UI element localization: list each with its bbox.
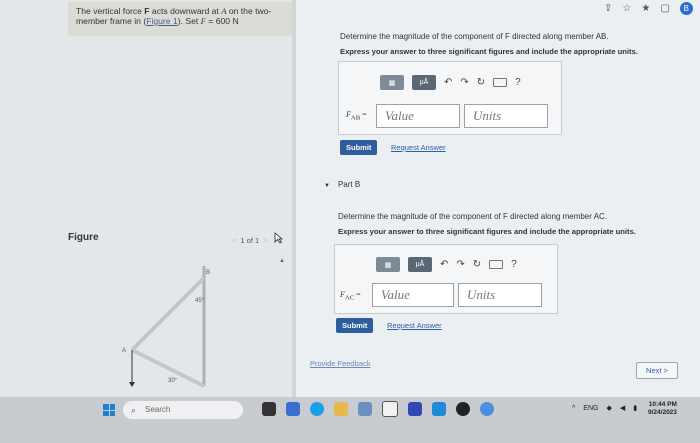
symbols-button[interactable]: μÅ — [412, 75, 436, 90]
figure-heading: Figure — [68, 232, 99, 243]
top-angle-label: 45° — [195, 298, 205, 304]
part-b-instructions: Express your answer to three significant… — [338, 227, 636, 236]
favorite-star-icon[interactable]: ☆ — [622, 3, 631, 14]
reset-icon[interactable]: ↻ — [473, 259, 481, 270]
help-icon[interactable]: ? — [515, 77, 521, 88]
provide-feedback-link[interactable]: Provide Feedback — [310, 359, 370, 368]
part-b-toolbar: ▦ μÅ ↶ ↷ ↻ ? — [376, 257, 517, 272]
symbols-button[interactable]: μÅ — [408, 257, 432, 272]
system-tray: ^ ENG ◆ ◀ ▮ — [572, 404, 637, 413]
extension-star-icon[interactable]: ★ — [641, 3, 650, 14]
member-ab — [130, 276, 206, 352]
templates-button[interactable]: ▦ — [380, 75, 404, 90]
frame-figure: A B 45° 30° — [122, 266, 210, 388]
figure-link[interactable]: Figure 1 — [146, 16, 178, 26]
battery-icon[interactable]: ▮ — [633, 404, 637, 412]
help-icon[interactable]: ? — [511, 259, 517, 270]
collapse-triangle-icon: ▼ — [324, 183, 330, 189]
chat-icon[interactable] — [286, 402, 300, 416]
part-b-request-answer-link[interactable]: Request Answer — [387, 321, 442, 330]
amazon-icon[interactable] — [382, 401, 398, 417]
point-b-label: B — [206, 270, 210, 276]
part-a-submit-button[interactable]: Submit — [340, 140, 378, 155]
undo-icon[interactable]: ↶ — [444, 77, 452, 88]
keyboard-icon[interactable] — [489, 260, 504, 269]
media-app-icon[interactable] — [456, 402, 470, 416]
chevron-up-icon[interactable]: ^ — [572, 405, 575, 412]
language-indicator[interactable]: ENG — [583, 405, 598, 412]
part-a-request-answer-link[interactable]: Request Answer — [391, 143, 446, 152]
browser-toolbar-icons: ⇪ ☆ ★ ▢ B — [604, 2, 693, 15]
force-arrowhead — [129, 382, 135, 387]
window-icon[interactable]: ▢ — [660, 3, 669, 14]
point-a-label: A — [122, 348, 126, 354]
taskbar-apps — [262, 401, 494, 417]
browser-viewport: The vertical force F acts downward at A … — [0, 0, 700, 397]
wifi-icon[interactable]: ◆ — [606, 404, 611, 412]
part-b-header[interactable]: ▼ Part B — [324, 180, 360, 189]
templates-button[interactable]: ▦ — [376, 257, 400, 272]
windows-start-icon[interactable] — [103, 404, 115, 416]
chrome-icon[interactable] — [480, 402, 494, 416]
dollar-app-icon[interactable] — [432, 402, 446, 416]
bottom-angle-label: 30° — [168, 378, 178, 384]
part-a-prompt: Determine the magnitude of the component… — [340, 32, 609, 41]
app-icon[interactable] — [408, 402, 422, 416]
store-icon[interactable] — [358, 402, 372, 416]
taskbar-search-input[interactable]: ⌕ Search — [123, 401, 243, 419]
problem-statement: The vertical force F acts downward at A … — [76, 6, 272, 26]
task-view-icon[interactable] — [262, 402, 276, 416]
next-button[interactable]: Next > — [636, 362, 678, 379]
part-a-value-input[interactable]: Value — [376, 104, 460, 128]
edge-browser-icon[interactable] — [310, 402, 324, 416]
avatar[interactable]: B — [679, 2, 693, 15]
redo-icon[interactable]: ↷ — [460, 77, 468, 88]
part-b-prompt: Determine the magnitude of the component… — [338, 212, 608, 221]
part-a-variable-label: FAB = — [346, 110, 367, 122]
scroll-up-icon[interactable]: ▲ — [279, 258, 285, 264]
undo-icon[interactable]: ↶ — [440, 259, 448, 270]
part-b-value-input[interactable]: Value — [372, 283, 454, 307]
part-a-toolbar: ▦ μÅ ↶ ↷ ↻ ? — [380, 75, 521, 90]
part-a-instructions: Express your answer to three significant… — [340, 47, 638, 56]
part-b-units-input[interactable]: Units — [458, 283, 542, 307]
mouse-cursor-icon — [274, 232, 284, 244]
file-explorer-icon[interactable] — [334, 402, 348, 416]
part-b-submit-button[interactable]: Submit — [336, 318, 374, 333]
search-icon: ⌕ — [131, 405, 137, 415]
redo-icon[interactable]: ↷ — [456, 259, 464, 270]
share-icon[interactable]: ⇪ — [604, 3, 612, 14]
reset-icon[interactable]: ↻ — [477, 77, 485, 88]
part-a-units-input[interactable]: Units — [464, 104, 548, 128]
volume-icon[interactable]: ◀ — [620, 404, 625, 412]
question-panel — [296, 0, 700, 397]
taskbar-clock[interactable]: 10:44 PM 9/24/2023 — [648, 401, 677, 417]
figure-pager: <1 of 1 > — [232, 236, 268, 245]
next-figure-icon[interactable]: > — [263, 236, 267, 245]
keyboard-icon[interactable] — [493, 78, 508, 87]
part-b-variable-label: FAC = — [340, 290, 361, 302]
prev-figure-icon[interactable]: < — [232, 236, 236, 245]
